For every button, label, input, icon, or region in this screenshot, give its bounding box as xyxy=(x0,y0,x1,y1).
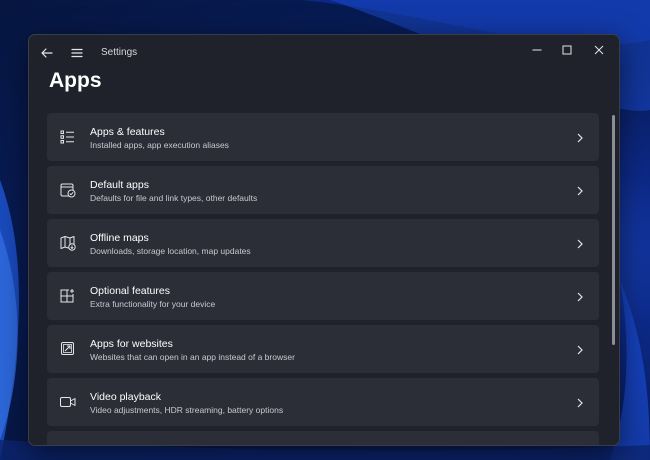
default-apps-item[interactable]: Default apps Defaults for file and link … xyxy=(47,166,599,214)
item-description: Installed apps, app execution aliases xyxy=(90,140,229,150)
optional-features-item[interactable]: Optional features Extra functionality fo… xyxy=(47,272,599,320)
apps-list-icon xyxy=(59,128,77,146)
item-description: Extra functionality for your device xyxy=(90,299,216,309)
optional-features-icon xyxy=(59,287,77,305)
page-title: Apps xyxy=(49,69,102,92)
offline-map-icon xyxy=(59,234,77,252)
title-bar: Settings xyxy=(29,35,619,69)
chevron-right-icon xyxy=(575,131,585,143)
item-description: Websites that can open in an app instead… xyxy=(90,352,295,362)
settings-list: Apps & features Installed apps, app exec… xyxy=(47,113,599,445)
chevron-right-icon xyxy=(575,237,585,249)
chevron-right-icon xyxy=(575,184,585,196)
close-icon xyxy=(594,45,604,55)
default-apps-icon xyxy=(59,181,77,199)
chevron-right-icon xyxy=(575,343,585,355)
item-title: Default apps xyxy=(90,179,149,191)
back-arrow-icon[interactable] xyxy=(39,45,55,61)
video-camera-icon xyxy=(59,393,77,411)
close-button[interactable] xyxy=(584,39,614,61)
item-title: Optional features xyxy=(90,285,170,297)
minimize-icon xyxy=(532,49,542,51)
minimize-button[interactable] xyxy=(522,39,552,61)
next-item-partial[interactable] xyxy=(47,431,599,445)
video-playback-item[interactable]: Video playback Video adjustments, HDR st… xyxy=(47,378,599,426)
item-description: Video adjustments, HDR streaming, batter… xyxy=(90,405,284,415)
chevron-right-icon xyxy=(575,290,585,302)
item-title: Video playback xyxy=(90,391,162,403)
item-description: Defaults for file and link types, other … xyxy=(90,193,258,203)
maximize-icon xyxy=(562,45,572,55)
maximize-button[interactable] xyxy=(552,39,582,61)
offline-maps-item[interactable]: Offline maps Downloads, storage location… xyxy=(47,219,599,267)
item-title: Apps for websites xyxy=(90,338,173,350)
settings-window: Settings Apps Apps & features Installed … xyxy=(28,34,620,446)
window-title: Settings xyxy=(101,47,138,58)
apps-for-websites-item[interactable]: Apps for websites Websites that can open… xyxy=(47,325,599,373)
item-title: Apps & features xyxy=(90,126,165,138)
item-title: Offline maps xyxy=(90,232,149,244)
chevron-right-icon xyxy=(575,396,585,408)
apps-features-item[interactable]: Apps & features Installed apps, app exec… xyxy=(47,113,599,161)
scrollbar[interactable] xyxy=(612,115,615,345)
apps-for-websites-icon xyxy=(59,340,77,358)
hamburger-menu-icon[interactable] xyxy=(69,45,85,61)
item-description: Downloads, storage location, map updates xyxy=(90,246,251,256)
